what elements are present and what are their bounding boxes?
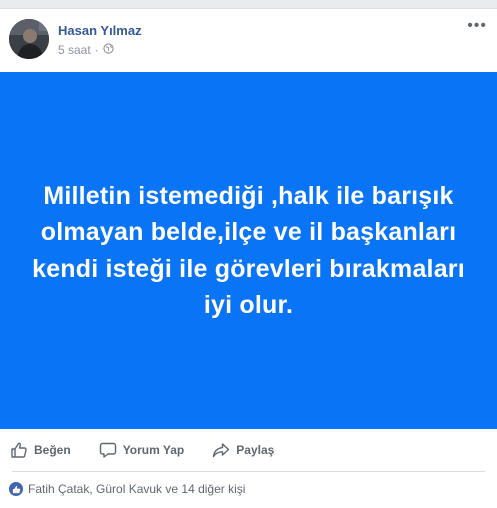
post-time[interactable]: 5 saat [58,43,91,57]
comment-label: Yorum Yap [122,443,185,457]
like-icon [9,482,23,496]
divider [12,471,485,472]
post-meta: 5 saat · [58,43,114,57]
thumbs-up-icon [10,441,28,459]
reactions-summary[interactable]: Fatih Çatak, Gürol Kavuk ve 14 diğer kiş… [9,482,245,496]
author-name[interactable]: Hasan Yılmaz [58,23,142,38]
post-text: Milletin istemediği ,halk ile barışık ol… [32,181,465,320]
avatar-image [9,19,49,59]
share-button[interactable]: Paylaş [212,441,274,459]
avatar[interactable] [9,19,49,59]
share-icon [212,441,230,459]
post-card: Hasan Yılmaz 5 saat · ••• Milletin istem… [0,8,497,508]
like-label: Beğen [34,443,71,457]
comment-icon [99,441,117,459]
comment-button[interactable]: Yorum Yap [99,441,185,459]
reactions-text: Fatih Çatak, Gürol Kavuk ve 14 diğer kiş… [28,482,246,496]
post-header: Hasan Yılmaz 5 saat · ••• [0,9,497,72]
share-label: Paylaş [236,443,275,457]
meta-separator: · [94,43,99,57]
post-background: Milletin istemediği ,halk ile barışık ol… [0,72,497,429]
globe-icon [103,43,114,57]
like-button[interactable]: Beğen [10,441,71,459]
action-bar: Beğen Yorum Yap Paylaş [0,429,497,471]
more-options-icon[interactable]: ••• [467,18,487,34]
